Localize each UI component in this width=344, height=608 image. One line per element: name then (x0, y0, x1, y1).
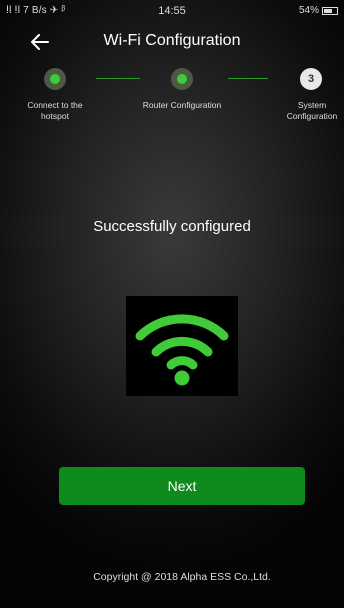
step-1-dot (44, 68, 66, 90)
step-2-dot (171, 68, 193, 90)
next-button[interactable]: Next (59, 467, 305, 505)
battery-percent: 54% (298, 5, 319, 16)
step-2-label: Router Configuration (142, 100, 222, 110)
step-1-label: Connect to the hotspot (27, 100, 83, 121)
battery-icon (322, 6, 338, 15)
copyright-text: Copyright @ 2018 Alpha ESS Co.,Ltd. (93, 571, 271, 583)
wifi-icon-container (126, 296, 238, 396)
step-connector-1 (96, 78, 140, 79)
step-connector-2 (228, 78, 268, 79)
status-time: 14:55 (158, 5, 186, 17)
app-screen: ⵑl ⵑl 7 B/s ✈ ᵝ 14:55 54% Wi-Fi Configur… (0, 0, 344, 608)
header: Wi-Fi Configuration (0, 26, 344, 58)
page-title: Wi-Fi Configuration (103, 32, 241, 49)
step-indicator: 3 Connect to the hotspot Router Configur… (0, 64, 344, 134)
step-3-number: 3 (307, 73, 315, 85)
step-3-label: System Configuration (286, 100, 338, 121)
success-message: Successfully configured (93, 218, 251, 235)
status-bar: ⵑl ⵑl 7 B/s ✈ ᵝ 14:55 54% (0, 0, 344, 22)
step-3-dot: 3 (300, 68, 322, 90)
wifi-icon (135, 314, 229, 386)
status-battery-group: 54% (299, 5, 338, 16)
